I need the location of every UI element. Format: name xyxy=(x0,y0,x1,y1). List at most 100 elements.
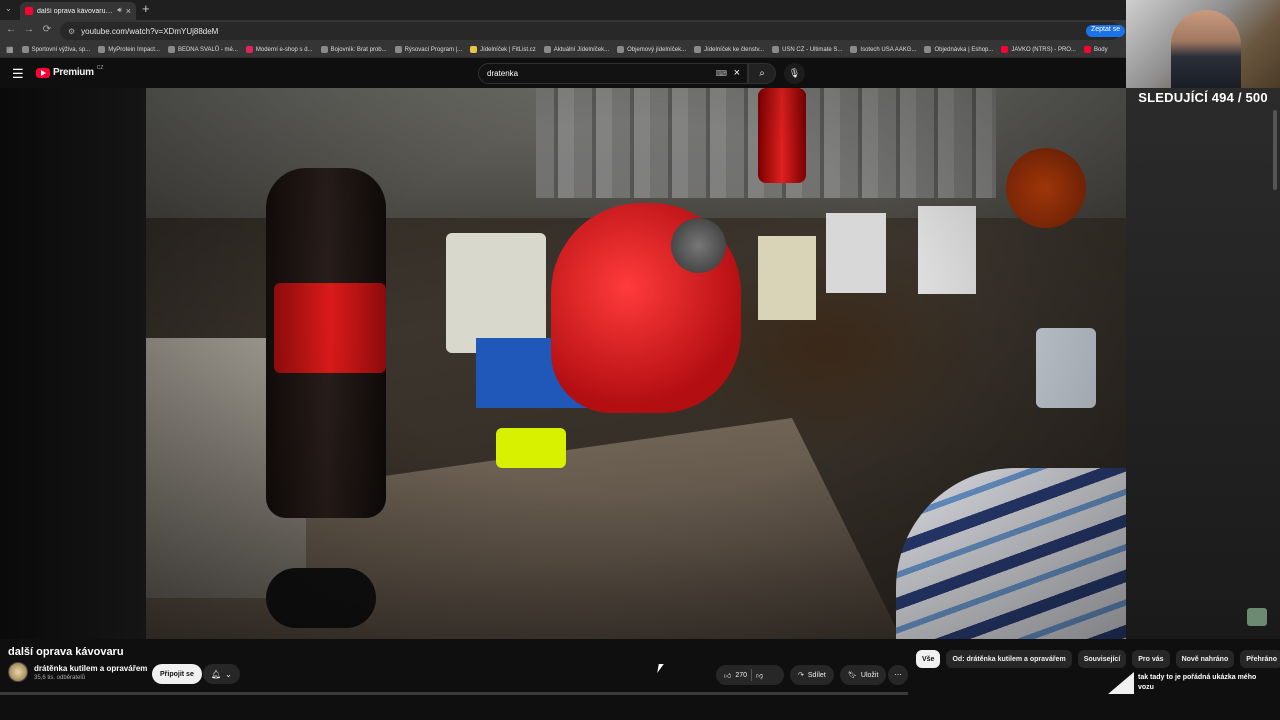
channel-name[interactable]: drátěnka kutilem a opravářem xyxy=(34,664,147,673)
reload-icon[interactable]: ⟳ xyxy=(40,24,54,35)
search-value: dratenka xyxy=(487,69,519,78)
url-text: youtube.com/watch?v=XDmYUj88deM xyxy=(81,26,219,36)
recommended-thumbnail[interactable] xyxy=(1108,672,1134,694)
join-button[interactable]: Připojit se xyxy=(152,664,202,684)
bookmark-item[interactable]: Jídelníček | FitList.cz xyxy=(470,46,536,53)
video-title: další oprava kávovaru xyxy=(8,646,124,658)
site-info-icon[interactable]: ⚙︎ xyxy=(68,27,75,36)
bookmark-favicon-icon xyxy=(394,46,402,53)
speaker-icon[interactable]: 🔊︎ xyxy=(117,7,121,15)
close-tab-icon[interactable]: × xyxy=(126,6,131,16)
youtube-logo-icon xyxy=(36,67,50,78)
bookmark-item[interactable]: USN CZ - Ultimate S... xyxy=(772,46,842,53)
bookmark-item[interactable]: Moderní e-shop s d... xyxy=(245,46,313,53)
channel-info: drátěnka kutilem a opravářem 35,6 tis. o… xyxy=(8,662,147,682)
bookmark-icon: 🔖︎ xyxy=(848,672,857,679)
ask-button[interactable]: Zeptat se xyxy=(1086,25,1126,37)
bookmark-favicon-icon xyxy=(924,46,932,53)
chip-recently-uploaded[interactable]: Nově nahráno xyxy=(1175,650,1235,668)
like-count[interactable]: 270 xyxy=(735,672,747,679)
bookmark-item[interactable]: Objemový jídelníček... xyxy=(617,46,686,53)
sticker-icon xyxy=(1247,608,1267,626)
chip-related[interactable]: Související xyxy=(1077,650,1127,668)
bookmark-item[interactable]: Objednávka | Eshop... xyxy=(924,46,993,53)
bookmark-item[interactable]: Isotech USA AAKG... xyxy=(850,46,916,53)
webcam-overlay xyxy=(1126,0,1280,88)
share-button[interactable]: ↷ Sdílet xyxy=(790,665,834,685)
channel-avatar[interactable] xyxy=(8,662,28,682)
more-icon: ⋯ xyxy=(894,672,902,679)
page-divider xyxy=(0,692,908,695)
bookmark-item[interactable]: Jídelníček ke členstv... xyxy=(694,46,764,53)
bookmark-item[interactable]: Body xyxy=(1083,46,1108,53)
menu-icon[interactable]: ☰ xyxy=(12,66,24,82)
bookmark-favicon-icon xyxy=(98,46,106,53)
like-icon[interactable]: 👍︎ xyxy=(724,671,731,680)
bookmark-favicon-icon xyxy=(1083,46,1091,53)
bookmark-item[interactable]: Bojovník: Brat prob... xyxy=(320,46,387,53)
bookmark-item[interactable]: MyProtein Impact... xyxy=(98,46,160,53)
bookmark-item[interactable]: JAVKO (NTRS) - PRO... xyxy=(1001,46,1076,53)
bookmark-item[interactable]: BEDNA SVALŮ - mé... xyxy=(167,46,238,53)
save-label: Uložit xyxy=(860,671,879,679)
tab-title: další oprava kávovaru - Yo xyxy=(37,7,114,15)
url-bar[interactable]: ⚙︎ youtube.com/watch?v=XDmYUj88deM xyxy=(60,22,1120,40)
bell-icon: 🔔︎ xyxy=(211,669,222,679)
bookmark-favicon-icon xyxy=(21,46,29,53)
bookmark-favicon-icon xyxy=(245,46,253,53)
bookmark-favicon-icon xyxy=(772,46,780,53)
subscriber-count: 35,6 tis. odběratelů xyxy=(34,674,86,681)
chip-from-channel[interactable]: Od: drátěnka kutilem a opravářem xyxy=(946,650,1072,668)
more-actions-button[interactable]: ⋯ xyxy=(888,665,908,685)
youtube-premium-logo[interactable]: Premium CZ xyxy=(36,64,104,78)
overlay-panel xyxy=(1126,88,1280,639)
bookmark-item[interactable]: Aktuální Jídelníček... xyxy=(543,46,609,53)
player-letterbox xyxy=(0,88,146,639)
like-dislike-group: 👍︎ 270 👎︎ xyxy=(716,665,784,685)
bookmark-favicon-icon xyxy=(470,46,478,53)
follower-counter: SLEDUJÍCÍ 494 / 500 xyxy=(1138,90,1268,105)
clear-search-icon[interactable]: × xyxy=(734,67,740,79)
new-tab-icon[interactable]: + xyxy=(142,1,150,16)
bookmarks-bar: ▦ Sportovní výživa, sp... MyProtein Impa… xyxy=(0,42,1280,58)
keyboard-icon[interactable]: ⌨ xyxy=(715,69,727,78)
youtube-masthead: ☰ Premium CZ dratenka ⌨ × ⌕ 🎙︎ xyxy=(0,58,1126,88)
recommended-title[interactable]: tak tady to je pořádná ukázka mého vozu xyxy=(1138,673,1268,693)
channel-text: drátěnka kutilem a opravářem 35,6 tis. o… xyxy=(34,664,147,681)
youtube-favicon-icon xyxy=(25,7,33,15)
bookmark-favicon-icon xyxy=(850,46,858,53)
tab-active[interactable]: další oprava kávovaru - Yo 🔊︎ × xyxy=(20,2,136,20)
video-vignette xyxy=(146,88,1126,639)
bookmark-favicon-icon xyxy=(320,46,328,53)
apps-icon[interactable]: ▦ xyxy=(6,45,14,54)
filter-chips: Vše Od: drátěnka kutilem a opravářem Sou… xyxy=(916,650,1280,668)
voice-search-button[interactable]: 🎙︎ xyxy=(784,63,805,84)
search-button[interactable]: ⌕ xyxy=(748,63,776,84)
streamer-avatar xyxy=(1171,10,1241,88)
forward-icon[interactable]: → xyxy=(22,24,36,35)
scrollbar[interactable] xyxy=(1273,110,1277,190)
chip-watched[interactable]: Přehráno xyxy=(1240,650,1280,668)
chevron-down-icon: ⌄ xyxy=(225,669,232,679)
bookmark-favicon-icon xyxy=(167,46,175,53)
save-button[interactable]: 🔖︎ Uložit xyxy=(840,665,887,685)
browser-tab-strip: ⌄ další oprava kávovaru - Yo 🔊︎ × + xyxy=(0,0,1280,20)
bookmark-item[interactable]: Sportovní výživa, sp... xyxy=(21,46,90,53)
tab-search-icon[interactable]: ⌄ xyxy=(5,4,12,13)
notifications-button[interactable]: 🔔︎ ⌄ xyxy=(203,664,240,684)
search-input[interactable]: dratenka ⌨ × xyxy=(478,63,748,84)
bookmark-favicon-icon xyxy=(617,46,625,53)
divider xyxy=(751,669,753,681)
share-label: Sdílet xyxy=(807,671,826,679)
microphone-icon: 🎙︎ xyxy=(788,68,801,78)
chip-for-you[interactable]: Pro vás xyxy=(1132,650,1170,668)
bookmark-item[interactable]: Rýsovací Program |... xyxy=(394,46,462,53)
chip-all[interactable]: Vše xyxy=(916,650,941,668)
region-code: CZ xyxy=(96,64,104,71)
video-player[interactable] xyxy=(146,88,1126,639)
back-icon[interactable]: ← xyxy=(4,24,18,35)
dislike-icon[interactable]: 👎︎ xyxy=(756,671,763,680)
bookmark-favicon-icon xyxy=(1001,46,1009,53)
bookmark-favicon-icon xyxy=(543,46,551,53)
address-toolbar: ← → ⟳ ⚙︎ youtube.com/watch?v=XDmYUj88deM… xyxy=(0,20,1280,42)
